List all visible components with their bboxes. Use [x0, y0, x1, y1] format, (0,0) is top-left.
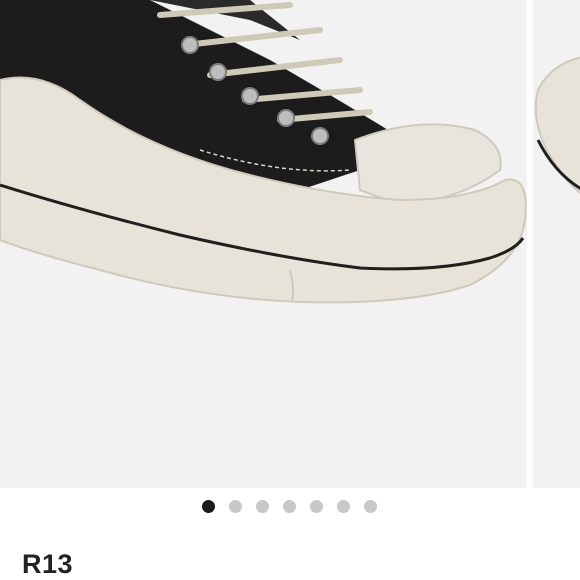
carousel-dot-2[interactable]: [229, 500, 242, 513]
sneaker-image: [0, 0, 527, 304]
carousel-dot-3[interactable]: [256, 500, 269, 513]
carousel-dot-7[interactable]: [364, 500, 377, 513]
carousel-dot-6[interactable]: [337, 500, 350, 513]
brand-name[interactable]: R13: [22, 549, 73, 580]
carousel-dot-5[interactable]: [310, 500, 323, 513]
sneaker-image-preview: [534, 56, 580, 195]
next-image-slide-preview[interactable]: [533, 0, 580, 488]
carousel-dot-4[interactable]: [283, 500, 296, 513]
product-image-slide[interactable]: [0, 0, 527, 488]
carousel-pagination: [0, 500, 580, 514]
image-carousel[interactable]: [0, 0, 580, 488]
carousel-dot-1[interactable]: [202, 500, 215, 513]
product-page: R13: [0, 0, 580, 580]
